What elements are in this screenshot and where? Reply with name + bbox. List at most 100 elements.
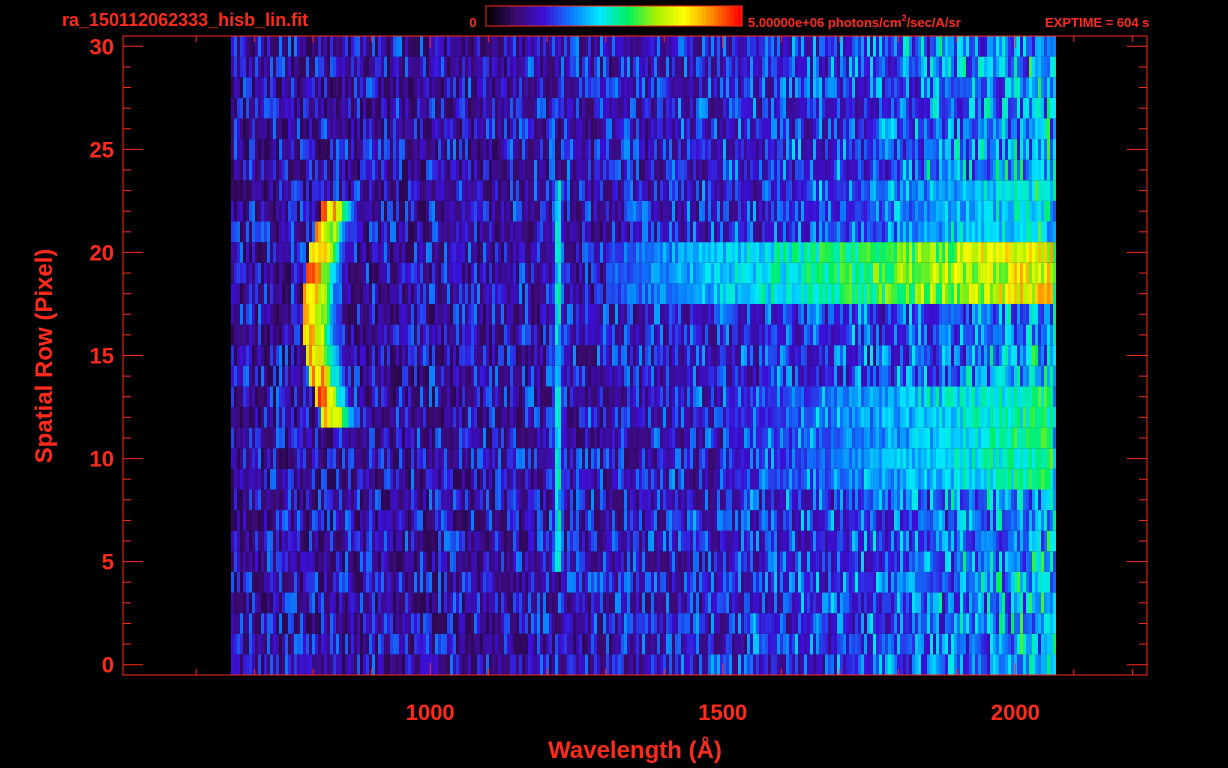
- heatmap-cell: [528, 468, 531, 490]
- heatmap-cell: [540, 448, 543, 469]
- heatmap-cell: [309, 633, 312, 655]
- heatmap-cell: [900, 427, 903, 449]
- heatmap-cell: [405, 592, 408, 614]
- heatmap-cell: [399, 571, 402, 593]
- heatmap-cell: [633, 571, 636, 593]
- heatmap-cell: [852, 654, 855, 675]
- heatmap-cell: [417, 448, 420, 469]
- heatmap-cell: [1029, 489, 1032, 511]
- heatmap-cell: [483, 551, 486, 572]
- heatmap-cell: [231, 365, 234, 387]
- heatmap-cell: [930, 530, 933, 552]
- heatmap-cell: [900, 489, 903, 511]
- heatmap-cell: [648, 365, 651, 387]
- heatmap-cell: [273, 654, 276, 675]
- heatmap-cell: [405, 427, 408, 449]
- heatmap-cell: [759, 510, 762, 531]
- heatmap-cell: [900, 613, 903, 634]
- heatmap-cell: [951, 613, 954, 634]
- heatmap-cell: [453, 345, 456, 366]
- heatmap-cell: [846, 654, 849, 675]
- heatmap-cell: [252, 427, 255, 449]
- heatmap-cell: [426, 324, 429, 346]
- heatmap-cell: [507, 407, 510, 428]
- heatmap-cell: [891, 324, 894, 346]
- heatmap-cell: [426, 530, 429, 552]
- heatmap-cell: [387, 365, 390, 387]
- heatmap-cell: [852, 551, 855, 572]
- heatmap-cell: [846, 613, 849, 634]
- heatmap-cell: [561, 489, 564, 511]
- heatmap-cell: [549, 654, 552, 675]
- heatmap-cell: [825, 345, 828, 366]
- heatmap-cell: [831, 613, 834, 634]
- heatmap-cell: [837, 303, 840, 325]
- heatmap-cell: [732, 571, 735, 593]
- heatmap-cell: [993, 407, 996, 428]
- heatmap-cell: [867, 365, 870, 387]
- heatmap-cell: [645, 592, 648, 614]
- heatmap-cell: [558, 613, 561, 634]
- heatmap-cell: [438, 530, 441, 552]
- heatmap-cell: [507, 468, 510, 490]
- heatmap-cell: [450, 551, 453, 572]
- heatmap-cell: [447, 592, 450, 614]
- heatmap-cell: [825, 448, 828, 469]
- heatmap-cell: [405, 468, 408, 490]
- heatmap-cell: [996, 551, 999, 572]
- heatmap-cell: [909, 592, 912, 614]
- heatmap-cell: [960, 571, 963, 593]
- heatmap-cell: [450, 633, 453, 655]
- heatmap-cell: [384, 345, 387, 366]
- heatmap-cell: [1011, 468, 1014, 490]
- heatmap-cell: [546, 468, 549, 490]
- heatmap-cell: [237, 633, 240, 655]
- heatmap-cell: [588, 571, 591, 593]
- heatmap-cell: [690, 510, 693, 531]
- heatmap-cell: [996, 386, 999, 408]
- heatmap-cell: [756, 303, 759, 325]
- heatmap-cell: [681, 592, 684, 614]
- heatmap-cell: [507, 530, 510, 552]
- heatmap-cell: [537, 324, 540, 346]
- heatmap-cell: [474, 489, 477, 511]
- heatmap-cell: [915, 324, 918, 346]
- heatmap-cell: [315, 613, 318, 634]
- heatmap-cell: [1023, 530, 1026, 552]
- heatmap-cell: [276, 613, 279, 634]
- heatmap-cell: [1020, 468, 1023, 490]
- heatmap-cell: [432, 407, 435, 428]
- heatmap-cell: [810, 571, 813, 593]
- heatmap-cell: [597, 489, 600, 511]
- heatmap-cell: [1017, 489, 1020, 511]
- heatmap-cell: [303, 427, 306, 449]
- heatmap-cell: [369, 407, 372, 428]
- heatmap-cell: [828, 654, 831, 675]
- heatmap-cell: [489, 654, 492, 675]
- heatmap-cell: [996, 489, 999, 511]
- heatmap-cell: [765, 654, 768, 675]
- heatmap-cell: [378, 407, 381, 428]
- heatmap-cell: [282, 571, 285, 593]
- heatmap-cell: [231, 551, 234, 572]
- heatmap-cell: [591, 571, 594, 593]
- heatmap-cell: [318, 510, 321, 531]
- heatmap-cell: [960, 613, 963, 634]
- heatmap-cell: [858, 613, 861, 634]
- heatmap-cell: [432, 510, 435, 531]
- heatmap-cell: [822, 407, 825, 428]
- heatmap-cell: [237, 407, 240, 428]
- heatmap-cell: [918, 592, 921, 614]
- heatmap-cell: [888, 407, 891, 428]
- heatmap-cell: [1011, 489, 1014, 511]
- heatmap-cell: [747, 303, 750, 325]
- heatmap-cell: [396, 551, 399, 572]
- heatmap-cell: [576, 345, 579, 366]
- heatmap-cell: [267, 489, 270, 511]
- heatmap-cell: [438, 303, 441, 325]
- heatmap-cell: [672, 345, 675, 366]
- heatmap-cell: [717, 510, 720, 531]
- heatmap-cell: [690, 551, 693, 572]
- heatmap-cell: [882, 633, 885, 655]
- heatmap-cell: [699, 592, 702, 614]
